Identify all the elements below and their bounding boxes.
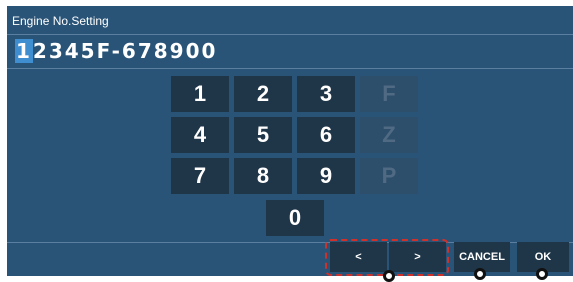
key-5[interactable]: 5 <box>234 117 292 153</box>
input-cursor: 1 <box>15 39 33 63</box>
key-9[interactable]: 9 <box>297 158 355 194</box>
callout-marker-cancel <box>474 268 486 280</box>
input-divider <box>7 68 573 69</box>
key-6[interactable]: 6 <box>297 117 355 153</box>
callout-marker-arrows <box>383 270 395 282</box>
key-p: P <box>360 158 418 194</box>
key-f: F <box>360 76 418 112</box>
dialog-title: Engine No.Setting <box>12 14 109 28</box>
key-2[interactable]: 2 <box>234 76 292 112</box>
key-1[interactable]: 1 <box>171 76 229 112</box>
input-value-rest: 2345F-678900 <box>32 39 218 63</box>
key-4[interactable]: 4 <box>171 117 229 153</box>
key-z: Z <box>360 117 418 153</box>
key-0[interactable]: 0 <box>266 200 324 236</box>
key-8[interactable]: 8 <box>234 158 292 194</box>
engine-no-input[interactable]: 12345F-678900 <box>15 39 217 63</box>
key-7[interactable]: 7 <box>171 158 229 194</box>
callout-marker-ok <box>536 268 548 280</box>
engine-no-setting-dialog: Engine No.Setting 12345F-678900 1 2 3 F … <box>7 6 573 276</box>
key-3[interactable]: 3 <box>297 76 355 112</box>
title-divider <box>7 34 573 35</box>
